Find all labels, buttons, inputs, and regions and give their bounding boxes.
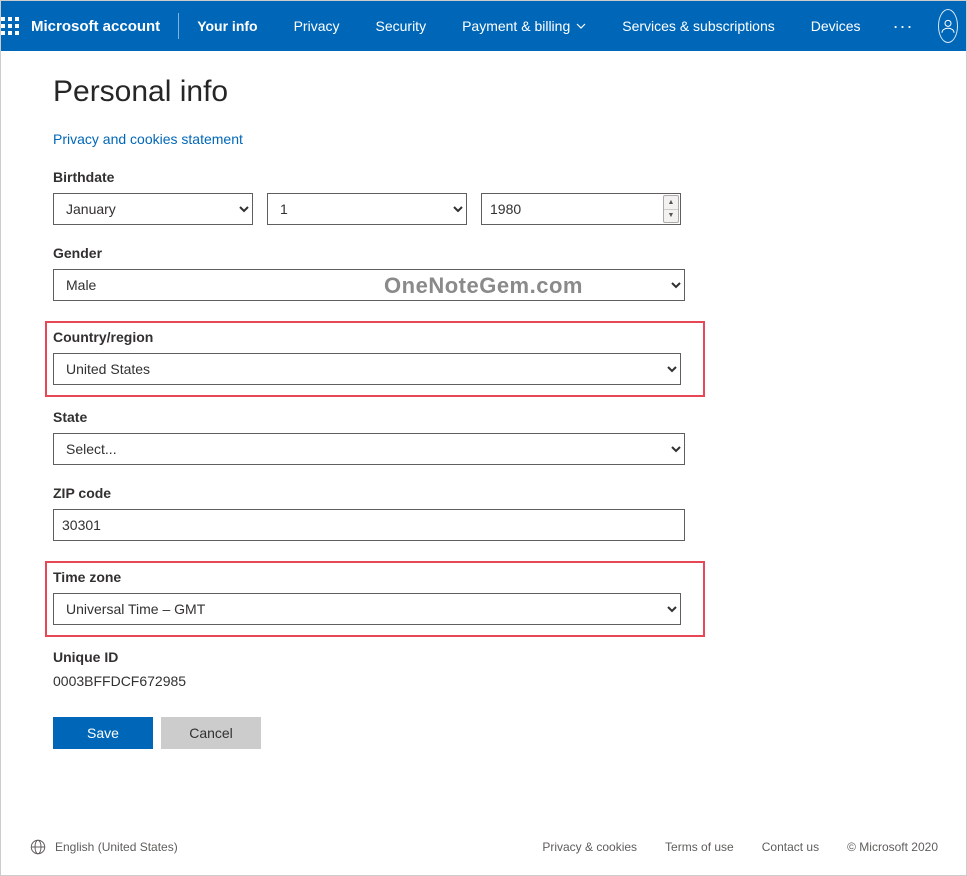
gender-group: Gender Male	[53, 245, 966, 301]
nav-services[interactable]: Services & subscriptions	[604, 1, 793, 51]
app-header: Microsoft account Your info Privacy Secu…	[1, 1, 966, 51]
country-group: Country/region United States	[45, 321, 705, 397]
save-button[interactable]: Save	[53, 717, 153, 749]
gender-label: Gender	[53, 245, 966, 261]
country-select[interactable]: United States	[53, 353, 681, 385]
footer-contact-link[interactable]: Contact us	[762, 840, 819, 854]
page-footer: English (United States) Privacy & cookie…	[1, 819, 966, 875]
country-label: Country/region	[53, 329, 695, 345]
nav-your-info[interactable]: Your info	[179, 1, 275, 51]
timezone-group: Time zone Universal Time – GMT	[45, 561, 705, 637]
waffle-icon	[1, 17, 19, 35]
brand-title[interactable]: Microsoft account	[19, 18, 178, 35]
zip-input[interactable]	[53, 509, 685, 541]
birthdate-row: January 1 ▲ ▼	[53, 193, 966, 225]
year-spinner-buttons: ▲ ▼	[663, 195, 679, 223]
form-actions: Save Cancel	[53, 717, 966, 749]
nav-security[interactable]: Security	[358, 1, 445, 51]
birth-year-wrap: ▲ ▼	[481, 193, 681, 225]
birth-day-select[interactable]: 1	[267, 193, 467, 225]
language-selector[interactable]: English (United States)	[29, 838, 178, 856]
uniqueid-label: Unique ID	[53, 649, 966, 665]
cancel-button[interactable]: Cancel	[161, 717, 261, 749]
birth-month-select[interactable]: January	[53, 193, 253, 225]
nav-devices[interactable]: Devices	[793, 1, 879, 51]
timezone-label: Time zone	[53, 569, 695, 585]
state-select[interactable]: Select...	[53, 433, 685, 465]
privacy-statement-link[interactable]: Privacy and cookies statement	[53, 131, 243, 147]
year-spinner-up[interactable]: ▲	[664, 196, 678, 210]
main-content: Personal info Privacy and cookies statem…	[1, 51, 966, 749]
primary-nav: Your info Privacy Security Payment & bil…	[178, 1, 878, 51]
chevron-down-icon	[576, 21, 586, 31]
footer-privacy-link[interactable]: Privacy & cookies	[542, 840, 637, 854]
page-title: Personal info	[53, 75, 966, 109]
birthdate-label: Birthdate	[53, 169, 966, 185]
year-spinner-down[interactable]: ▼	[664, 210, 678, 223]
globe-icon	[29, 838, 47, 856]
birthdate-group: Birthdate January 1 ▲ ▼	[53, 169, 966, 225]
footer-copyright: © Microsoft 2020	[847, 840, 938, 854]
zip-label: ZIP code	[53, 485, 966, 501]
footer-terms-link[interactable]: Terms of use	[665, 840, 734, 854]
state-label: State	[53, 409, 966, 425]
timezone-select[interactable]: Universal Time – GMT	[53, 593, 681, 625]
zip-group: ZIP code	[53, 485, 966, 541]
uniqueid-value: 0003BFFDCF672985	[53, 673, 966, 689]
nav-privacy[interactable]: Privacy	[276, 1, 358, 51]
footer-links: Privacy & cookies Terms of use Contact u…	[542, 840, 938, 854]
nav-more-button[interactable]: ···	[879, 16, 928, 37]
app-launcher-button[interactable]	[1, 2, 19, 50]
gender-select[interactable]: Male	[53, 269, 685, 301]
state-group: State Select...	[53, 409, 966, 465]
nav-payment-billing[interactable]: Payment & billing	[444, 1, 604, 51]
account-avatar[interactable]	[938, 9, 958, 43]
uniqueid-group: Unique ID 0003BFFDCF672985	[53, 649, 966, 689]
person-icon	[939, 17, 957, 35]
nav-payment-label: Payment & billing	[462, 18, 570, 34]
language-label: English (United States)	[55, 840, 178, 854]
birth-year-input[interactable]	[481, 193, 681, 225]
